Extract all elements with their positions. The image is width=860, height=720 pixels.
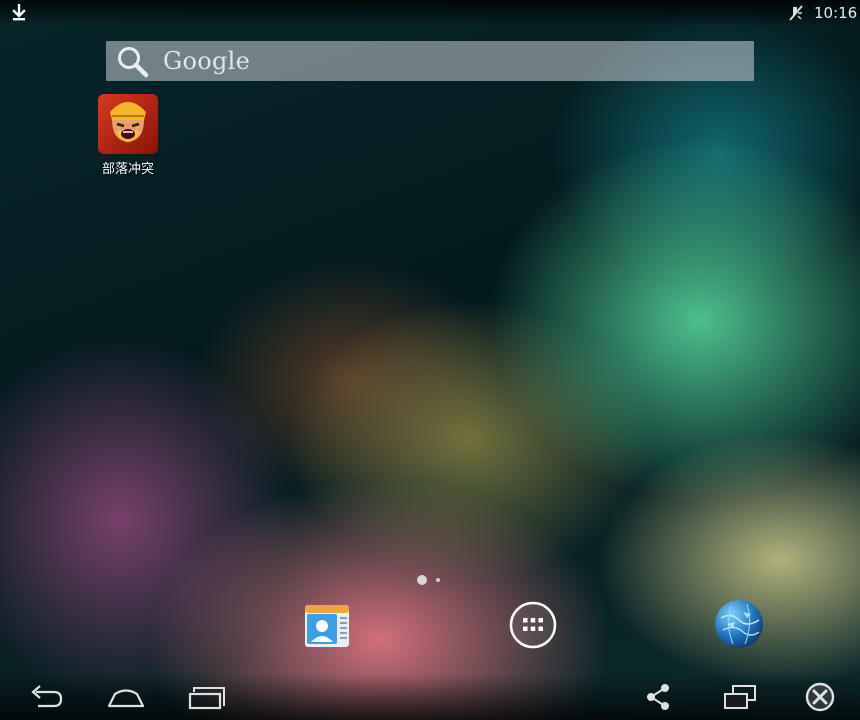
share-button[interactable] [638, 680, 678, 714]
page-indicator-active [417, 575, 427, 585]
clock: 10:16 [814, 4, 858, 22]
home-icon [107, 689, 145, 708]
home-button[interactable] [106, 680, 146, 714]
recent-apps-icon [188, 687, 225, 710]
page-indicator-inactive [436, 578, 440, 582]
screen-rotate-button[interactable] [720, 680, 760, 714]
app-drawer-button[interactable] [508, 600, 558, 650]
app-drawer-icon [509, 601, 557, 649]
clash-of-clans-icon [98, 94, 158, 154]
search-placeholder: Google [163, 47, 251, 75]
status-bar: 10:16 [0, 0, 860, 26]
back-icon [31, 685, 63, 708]
download-icon [12, 4, 26, 21]
google-search-bar[interactable]: Google [106, 41, 754, 81]
contacts-icon [305, 605, 349, 647]
browser-button[interactable] [713, 598, 765, 650]
search-icon [118, 47, 149, 78]
close-icon [805, 682, 835, 712]
globe-icon [715, 600, 763, 648]
mute-icon [789, 5, 803, 21]
back-button[interactable] [26, 680, 66, 714]
contacts-button[interactable] [302, 600, 352, 650]
app-shortcut-clash-of-clans[interactable]: 部落冲突 [88, 92, 168, 184]
close-button[interactable] [800, 680, 840, 714]
app-label: 部落冲突 [101, 162, 154, 177]
screen-rotate-icon [724, 685, 756, 709]
share-icon [647, 684, 669, 710]
recent-apps-button[interactable] [186, 680, 226, 714]
navigation-bar [0, 674, 860, 720]
